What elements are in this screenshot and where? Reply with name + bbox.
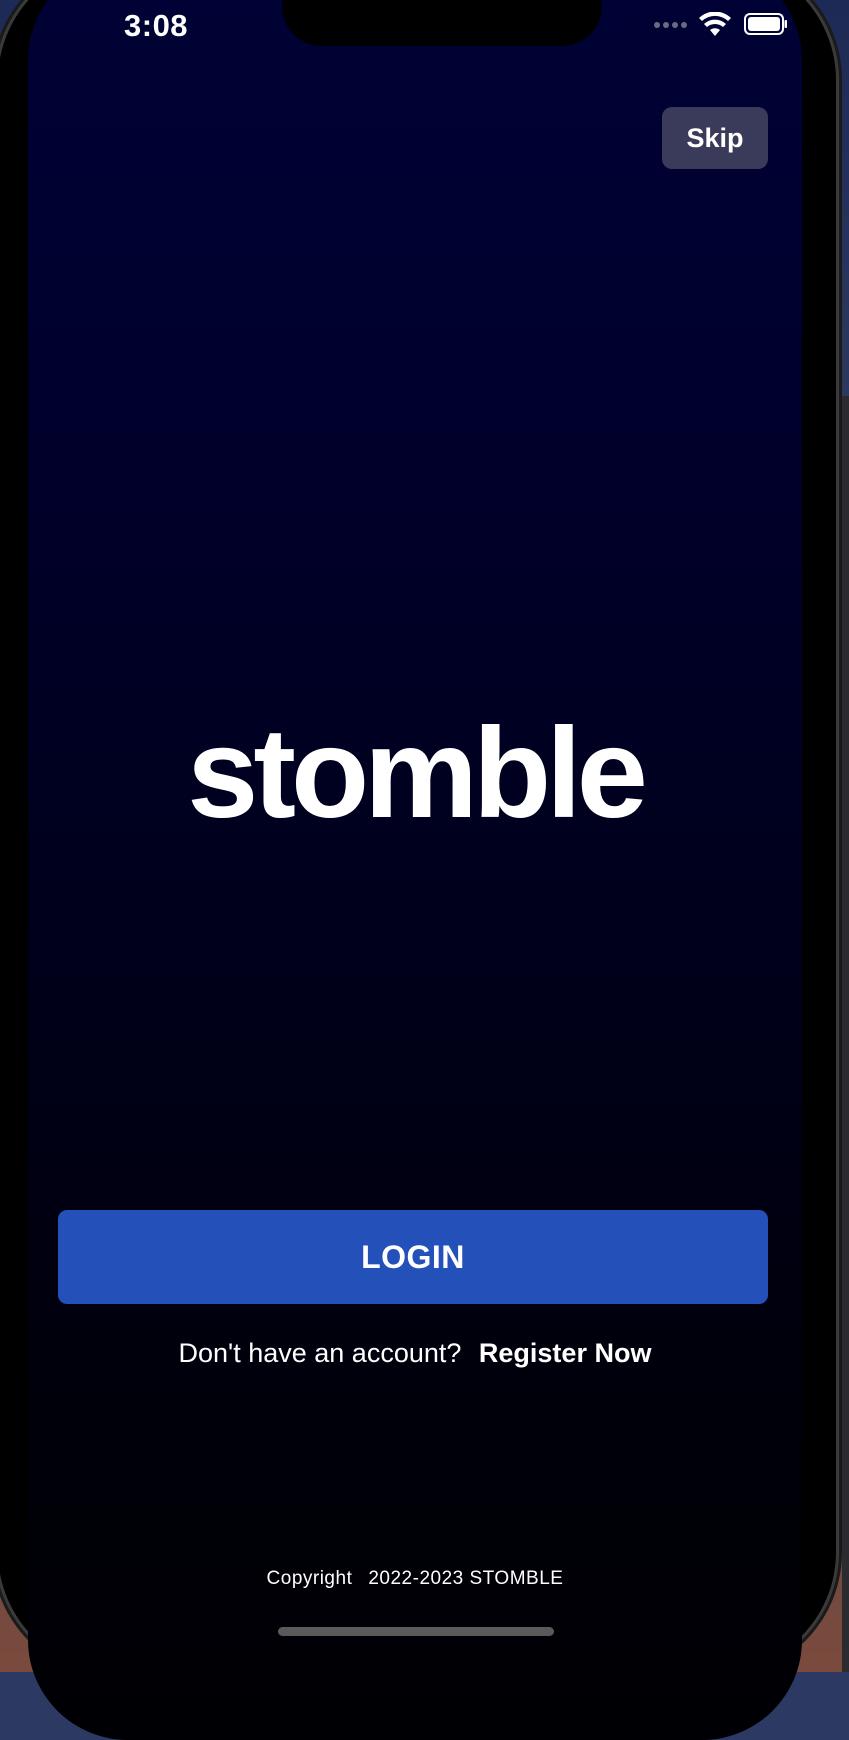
home-indicator[interactable] xyxy=(278,1627,554,1636)
device-notch xyxy=(282,0,602,46)
copyright-label: Copyright xyxy=(266,1568,353,1589)
register-now-link[interactable]: Register Now xyxy=(479,1338,652,1368)
status-time: 3:08 xyxy=(124,8,189,43)
battery-icon xyxy=(744,13,787,35)
wifi-icon xyxy=(699,12,731,36)
register-prompt-text: Don't have an account? xyxy=(178,1338,462,1368)
skip-button[interactable]: Skip xyxy=(662,107,768,169)
copyright-footer: Copyright 2022-2023 STOMBLE xyxy=(28,1568,802,1590)
login-button[interactable]: LOGIN xyxy=(58,1210,768,1304)
app-screen: 3:08 Skip stomble LOGIN Don't have an ac… xyxy=(28,0,802,1740)
cellular-signal-icon xyxy=(654,22,687,28)
copyright-text: 2022-2023 STOMBLE xyxy=(368,1568,564,1589)
app-logo: stomble xyxy=(187,702,648,845)
status-icons xyxy=(654,12,794,38)
register-row: Don't have an account? Register Now xyxy=(28,1338,802,1369)
window-edge xyxy=(842,396,849,1672)
